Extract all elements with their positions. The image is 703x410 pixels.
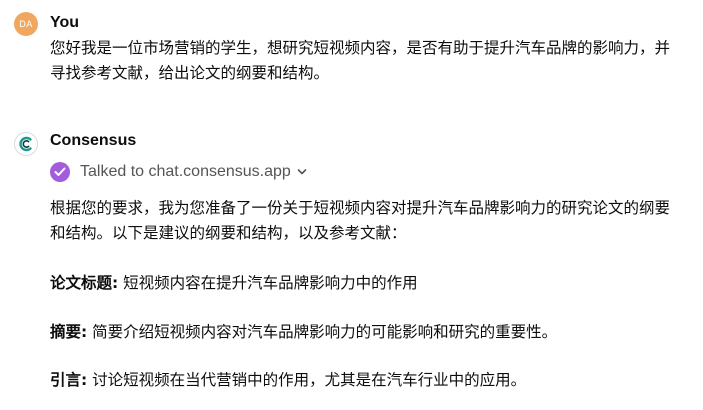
assistant-intro-text: 根据您的要求，我为您准备了一份关于短视频内容对提升汽车品牌影响力的研究论文的纲要… bbox=[50, 199, 671, 242]
chevron-down-icon bbox=[297, 163, 307, 181]
tool-call-label: Talked to chat.consensus.app bbox=[80, 163, 291, 180]
section-label: 摘要 bbox=[50, 323, 82, 341]
section-text: 简要介绍短视频内容对汽车品牌影响力的可能影响和研究的重要性。 bbox=[87, 323, 558, 341]
section-text: 讨论短视频在当代营销中的作用，尤其是在汽车行业中的应用。 bbox=[87, 371, 527, 389]
section-label: 引言 bbox=[50, 371, 82, 389]
assistant-author-name: Consensus bbox=[50, 132, 137, 149]
check-circle-icon bbox=[50, 162, 70, 182]
user-message-text: 您好我是一位市场营销的学生，想研究短视频内容，是否有助于提升汽车品牌的影响力，并… bbox=[50, 39, 671, 82]
section-label: 论文标题 bbox=[50, 274, 113, 292]
section-text: 短视频内容在提升汽车品牌影响力中的作用 bbox=[118, 274, 418, 292]
section-title-paragraph: 论文标题: 短视频内容在提升汽车品牌影响力中的作用 bbox=[50, 271, 680, 296]
user-author-name: You bbox=[50, 14, 80, 31]
consensus-logo-icon bbox=[14, 132, 38, 156]
user-avatar: DA bbox=[14, 12, 38, 36]
section-introduction-paragraph: 引言: 讨论短视频在当代营销中的作用，尤其是在汽车行业中的应用。 bbox=[50, 368, 680, 393]
tool-call-toggle[interactable]: Talked to chat.consensus.app bbox=[50, 161, 307, 183]
section-abstract-paragraph: 摘要: 简要介绍短视频内容对汽车品牌影响力的可能影响和研究的重要性。 bbox=[50, 320, 680, 345]
